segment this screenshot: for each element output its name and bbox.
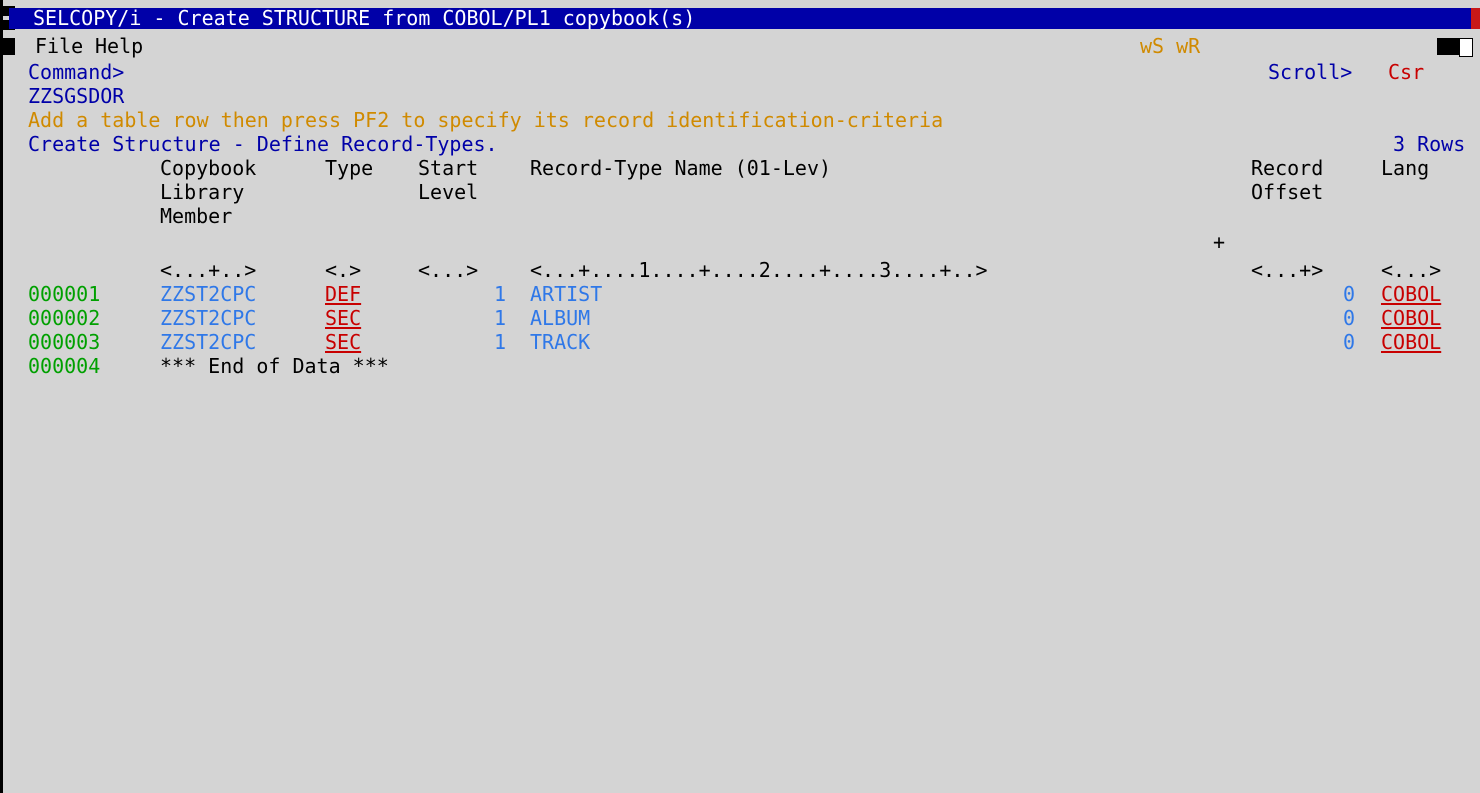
- header-level: Level: [418, 180, 479, 204]
- table-row: 000001 ZZST2CPC DEF 1 ARTIST 0 COBOL: [3, 283, 1480, 306]
- table-header-row-3: Member: [3, 205, 1480, 228]
- header-record-type-name: Record-Type Name (01-Lev): [530, 156, 832, 180]
- header-copybook: Copybook: [160, 156, 257, 180]
- title-bar: SELCOPY/i - Create STRUCTURE from COBOL/…: [9, 6, 1480, 30]
- start-level[interactable]: 1: [494, 307, 506, 330]
- type-input[interactable]: DEF: [325, 283, 361, 306]
- record-offset[interactable]: 0: [1343, 283, 1355, 306]
- ruler-copybook: <...+..>: [160, 258, 257, 282]
- header-record: Record: [1251, 156, 1324, 180]
- table-row: 000003 ZZST2CPC SEC 1 TRACK 0 COBOL: [3, 331, 1480, 354]
- minimize-icon[interactable]: [1437, 38, 1459, 55]
- instruction-message: Add a table row then press PF2 to specif…: [28, 108, 944, 132]
- ruler-lang: <...>: [1381, 258, 1442, 282]
- ruler-start-level: <...>: [418, 258, 479, 282]
- menu-help[interactable]: Help: [95, 35, 143, 58]
- header-start: Start: [418, 156, 479, 180]
- dataset-name: ZZSGSDOR: [28, 84, 125, 108]
- header-type: Type: [325, 156, 374, 180]
- panel-title: Create Structure - Define Record-Types.: [28, 132, 498, 156]
- menu-file[interactable]: File: [35, 35, 83, 58]
- table-row: 000002 ZZST2CPC SEC 1 ALBUM 0 COBOL: [3, 307, 1480, 330]
- table-header-row-2: Library Level Offset: [3, 181, 1480, 204]
- menu-bar: File Help wS wR: [3, 35, 1480, 58]
- cursor-block-icon: [3, 38, 15, 55]
- lang-input[interactable]: COBOL: [1381, 283, 1441, 306]
- line-number[interactable]: 000004: [28, 355, 100, 378]
- line-number[interactable]: 000003: [28, 331, 100, 354]
- end-of-data-marker: *** End of Data ***: [160, 354, 389, 378]
- scroll-label: Scroll>: [1268, 60, 1353, 84]
- command-input[interactable]: [184, 61, 1184, 84]
- lang-input[interactable]: COBOL: [1381, 331, 1441, 354]
- line-number[interactable]: 000001: [28, 283, 100, 306]
- message-line: Add a table row then press PF2 to specif…: [3, 109, 1480, 132]
- maximize-icon[interactable]: [1459, 38, 1473, 57]
- record-offset[interactable]: 0: [1343, 331, 1355, 354]
- command-line: Command> Scroll> Csr: [3, 61, 1480, 84]
- ruler-record-offset: <...+>: [1251, 258, 1324, 282]
- scroll-amount-input[interactable]: Csr: [1388, 61, 1424, 84]
- line-number[interactable]: 000002: [28, 307, 100, 330]
- start-level[interactable]: 1: [494, 331, 506, 354]
- window-title: SELCOPY/i - Create STRUCTURE from COBOL/…: [33, 6, 696, 30]
- copybook-member[interactable]: ZZST2CPC: [160, 331, 256, 354]
- ruler-record-type-name: <...+....1....+....2....+....3....+..>: [530, 258, 988, 282]
- header-offset: Offset: [1251, 180, 1324, 204]
- table-header-row-1: Copybook Type Start Record-Type Name (01…: [3, 157, 1480, 180]
- start-level[interactable]: 1: [494, 283, 506, 306]
- dataset-line: ZZSGSDOR: [3, 85, 1480, 108]
- panel-title-line: Create Structure - Define Record-Types. …: [3, 133, 1480, 156]
- command-label: Command>: [28, 60, 125, 84]
- type-input[interactable]: SEC: [325, 331, 361, 354]
- type-input[interactable]: SEC: [325, 307, 361, 330]
- column-ruler-line: <...+..> <.> <...> <...+....1....+....2.…: [3, 259, 1480, 282]
- copybook-member[interactable]: ZZST2CPC: [160, 283, 256, 306]
- header-lang: Lang: [1381, 156, 1430, 180]
- header-library: Library: [160, 180, 245, 204]
- record-type-name[interactable]: ARTIST: [530, 283, 602, 306]
- row-count: 3 Rows: [1393, 132, 1466, 156]
- ruler-type: <.>: [325, 258, 362, 282]
- terminal-screen: SELCOPY/i - Create STRUCTURE from COBOL/…: [0, 0, 1480, 793]
- header-member: Member: [160, 204, 233, 228]
- ruler-extra-line: +: [3, 231, 1480, 254]
- mode-indicators: wS wR: [1140, 34, 1201, 58]
- close-icon[interactable]: [1471, 8, 1480, 29]
- lang-input[interactable]: COBOL: [1381, 307, 1441, 330]
- record-type-name[interactable]: ALBUM: [530, 307, 590, 330]
- ruler-plus: +: [1213, 230, 1226, 254]
- record-type-name[interactable]: TRACK: [530, 331, 590, 354]
- end-of-data-row: 000004 *** End of Data ***: [3, 355, 1480, 378]
- record-offset[interactable]: 0: [1343, 307, 1355, 330]
- copybook-member[interactable]: ZZST2CPC: [160, 307, 256, 330]
